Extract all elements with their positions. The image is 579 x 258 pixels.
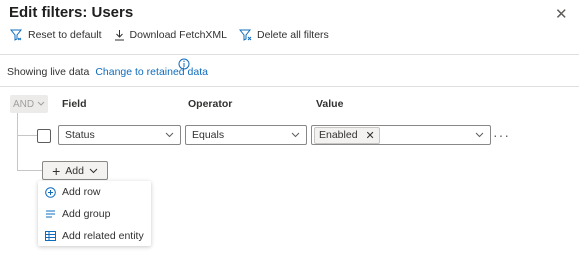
data-status-label: Showing live data [7, 66, 90, 78]
download-fetchxml-button[interactable]: Download FetchXML [114, 29, 227, 41]
chevron-down-icon [89, 168, 98, 173]
operator-dropdown[interactable]: Equals [185, 125, 307, 145]
delete-all-filters-button[interactable]: Delete all filters [239, 29, 329, 41]
tree-line [17, 170, 42, 171]
menu-item-add-related-entity[interactable]: Add related entity [38, 226, 151, 246]
column-header-value: Value [316, 98, 344, 110]
tree-line [17, 113, 18, 170]
field-dropdown[interactable]: Status [58, 125, 181, 145]
reset-label: Reset to default [28, 29, 102, 41]
menu-item-add-row[interactable]: Add row [38, 182, 151, 202]
menu-item-add-group[interactable]: Add group [38, 204, 151, 224]
menu-item-label: Add related entity [62, 230, 144, 242]
download-icon [114, 30, 124, 41]
chevron-down-icon [37, 101, 45, 106]
operator-value: Equals [192, 129, 225, 141]
info-icon[interactable] [178, 58, 190, 70]
filter-delete-icon [239, 29, 252, 41]
column-header-field: Field [62, 98, 87, 110]
menu-item-label: Add row [62, 186, 101, 198]
row-checkbox[interactable] [37, 129, 51, 143]
reset-to-default-button[interactable]: Reset to default [10, 29, 102, 41]
chevron-down-icon [475, 132, 484, 138]
value-dropdown[interactable]: Enabled ✕ [311, 125, 491, 145]
tree-line [17, 135, 37, 136]
change-data-link[interactable]: Change to retained data [95, 66, 208, 78]
remove-chip-icon[interactable]: ✕ [366, 129, 375, 142]
field-value: Status [65, 129, 95, 141]
menu-item-label: Add group [62, 208, 111, 220]
lines-icon [46, 210, 55, 218]
toolbar: Reset to default Download FetchXML Delet… [10, 29, 329, 41]
value-chip-label: Enabled [319, 129, 358, 141]
divider [0, 54, 579, 55]
add-menu: Add row Add group Add related entity [38, 181, 151, 246]
table-icon [45, 231, 56, 241]
chevron-down-icon [291, 132, 300, 138]
add-circle-icon [45, 186, 56, 198]
group-operator-dropdown[interactable]: AND [10, 95, 48, 113]
plus-icon: + [52, 162, 61, 179]
chevron-down-icon [165, 132, 174, 138]
more-options-icon[interactable]: ··· [493, 127, 510, 143]
add-button[interactable]: + Add [42, 161, 108, 180]
column-header-operator: Operator [188, 98, 233, 110]
delete-label: Delete all filters [257, 29, 329, 41]
download-label: Download FetchXML [129, 29, 228, 41]
divider [0, 86, 579, 87]
group-operator-label: AND [12, 98, 35, 110]
close-icon[interactable]: ✕ [555, 5, 568, 23]
add-label: Add [65, 164, 84, 177]
dialog-title: Edit filters: Users [9, 4, 134, 21]
filter-reset-icon [10, 29, 23, 41]
value-chip: Enabled ✕ [314, 126, 380, 144]
